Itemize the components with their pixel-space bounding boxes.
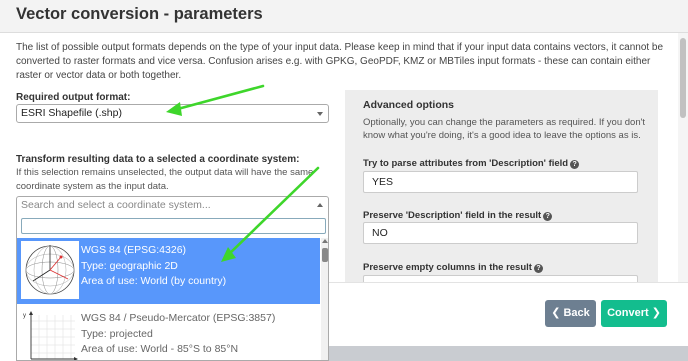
output-format-select[interactable]: ESRI Shapefile (.shp)	[16, 104, 329, 123]
question-circle-icon: ?	[570, 160, 580, 169]
dropdown-search-input[interactable]	[21, 218, 326, 234]
intro-text: The list of possible output formats depe…	[16, 42, 664, 81]
parse-attributes-select[interactable]: YES	[363, 171, 638, 193]
output-format-label: Required output format:	[16, 92, 131, 103]
parse-attributes-label-text: Try to parse attributes from 'Descriptio…	[363, 158, 569, 169]
option-area: Area of use: World - 85°S to 85°N	[81, 343, 239, 355]
preserve-empty-columns-label: Preserve empty columns in the result?	[363, 262, 543, 273]
chevron-right-icon: ❯	[651, 307, 661, 319]
advanced-options-title: Advanced options	[363, 99, 455, 111]
preserve-empty-columns-label-text: Preserve empty columns in the result	[363, 262, 532, 273]
modal-header: Vector conversion - parameters	[0, 0, 688, 33]
chevron-up-icon	[317, 203, 323, 207]
option-type: Type: geographic 2D	[81, 260, 178, 272]
option-name: WGS 84 (EPSG:4326)	[81, 244, 187, 256]
page-scrollbar-thumb[interactable]	[680, 38, 686, 118]
parse-attributes-label: Try to parse attributes from 'Descriptio…	[363, 158, 580, 169]
back-button[interactable]: ❮ Back	[545, 300, 596, 327]
scroll-up-icon	[322, 239, 328, 243]
preserve-description-label: Preserve 'Description' field in the resu…	[363, 210, 553, 221]
coordinate-system-dropdown: WGS 84 (EPSG:4326) Type: geographic 2D A…	[16, 214, 329, 361]
option-name: WGS 84 / Pseudo-Mercator (EPSG:3857)	[81, 312, 276, 324]
backdrop-strip	[329, 346, 688, 361]
convert-button-label: Convert	[607, 307, 649, 319]
advanced-options-panel: Advanced options Optionally, you can cha…	[345, 90, 658, 300]
preserve-description-select[interactable]: NO	[363, 222, 638, 244]
coordinate-system-select[interactable]: Search and select a coordinate system...	[16, 196, 329, 215]
chevron-down-icon	[317, 112, 323, 116]
back-button-label: Back	[563, 307, 590, 319]
scrollbar-thumb[interactable]	[322, 248, 328, 262]
option-type: Type: projected	[81, 328, 153, 340]
conversion-modal: Vector conversion - parameters The list …	[0, 0, 688, 361]
preserve-description-label-text: Preserve 'Description' field in the resu…	[363, 210, 542, 221]
page-title: Vector conversion - parameters	[16, 5, 263, 23]
option-area: Area of use: World (by country)	[81, 275, 227, 287]
axis-y-label: y	[23, 313, 26, 319]
advanced-options-description: Optionally, you can change the parameter…	[363, 117, 646, 141]
dropdown-option-list: WGS 84 (EPSG:4326) Type: geographic 2D A…	[17, 238, 320, 360]
question-circle-icon: ?	[533, 264, 543, 273]
question-circle-icon: ?	[543, 212, 553, 221]
dropdown-option-wgs84[interactable]: WGS 84 (EPSG:4326) Type: geographic 2D A…	[17, 238, 320, 304]
dropdown-scrollbar[interactable]	[321, 238, 328, 360]
dropdown-option-pseudo-mercator[interactable]: y x WGS 84 / Pseudo-Mercator (EPSG:3857)…	[17, 306, 320, 360]
grid-thumbnail: y x	[21, 309, 79, 360]
chevron-left-icon: ❮	[551, 307, 561, 319]
coordinate-system-help: If this selection remains unselected, th…	[16, 167, 314, 192]
output-format-value: ESRI Shapefile (.shp)	[21, 107, 122, 119]
convert-button[interactable]: Convert ❯	[601, 300, 667, 327]
globe-thumbnail	[21, 241, 79, 299]
coordinate-system-placeholder: Search and select a coordinate system...	[21, 199, 211, 211]
coordinate-system-label: Transform resulting data to a selected a…	[16, 154, 300, 165]
